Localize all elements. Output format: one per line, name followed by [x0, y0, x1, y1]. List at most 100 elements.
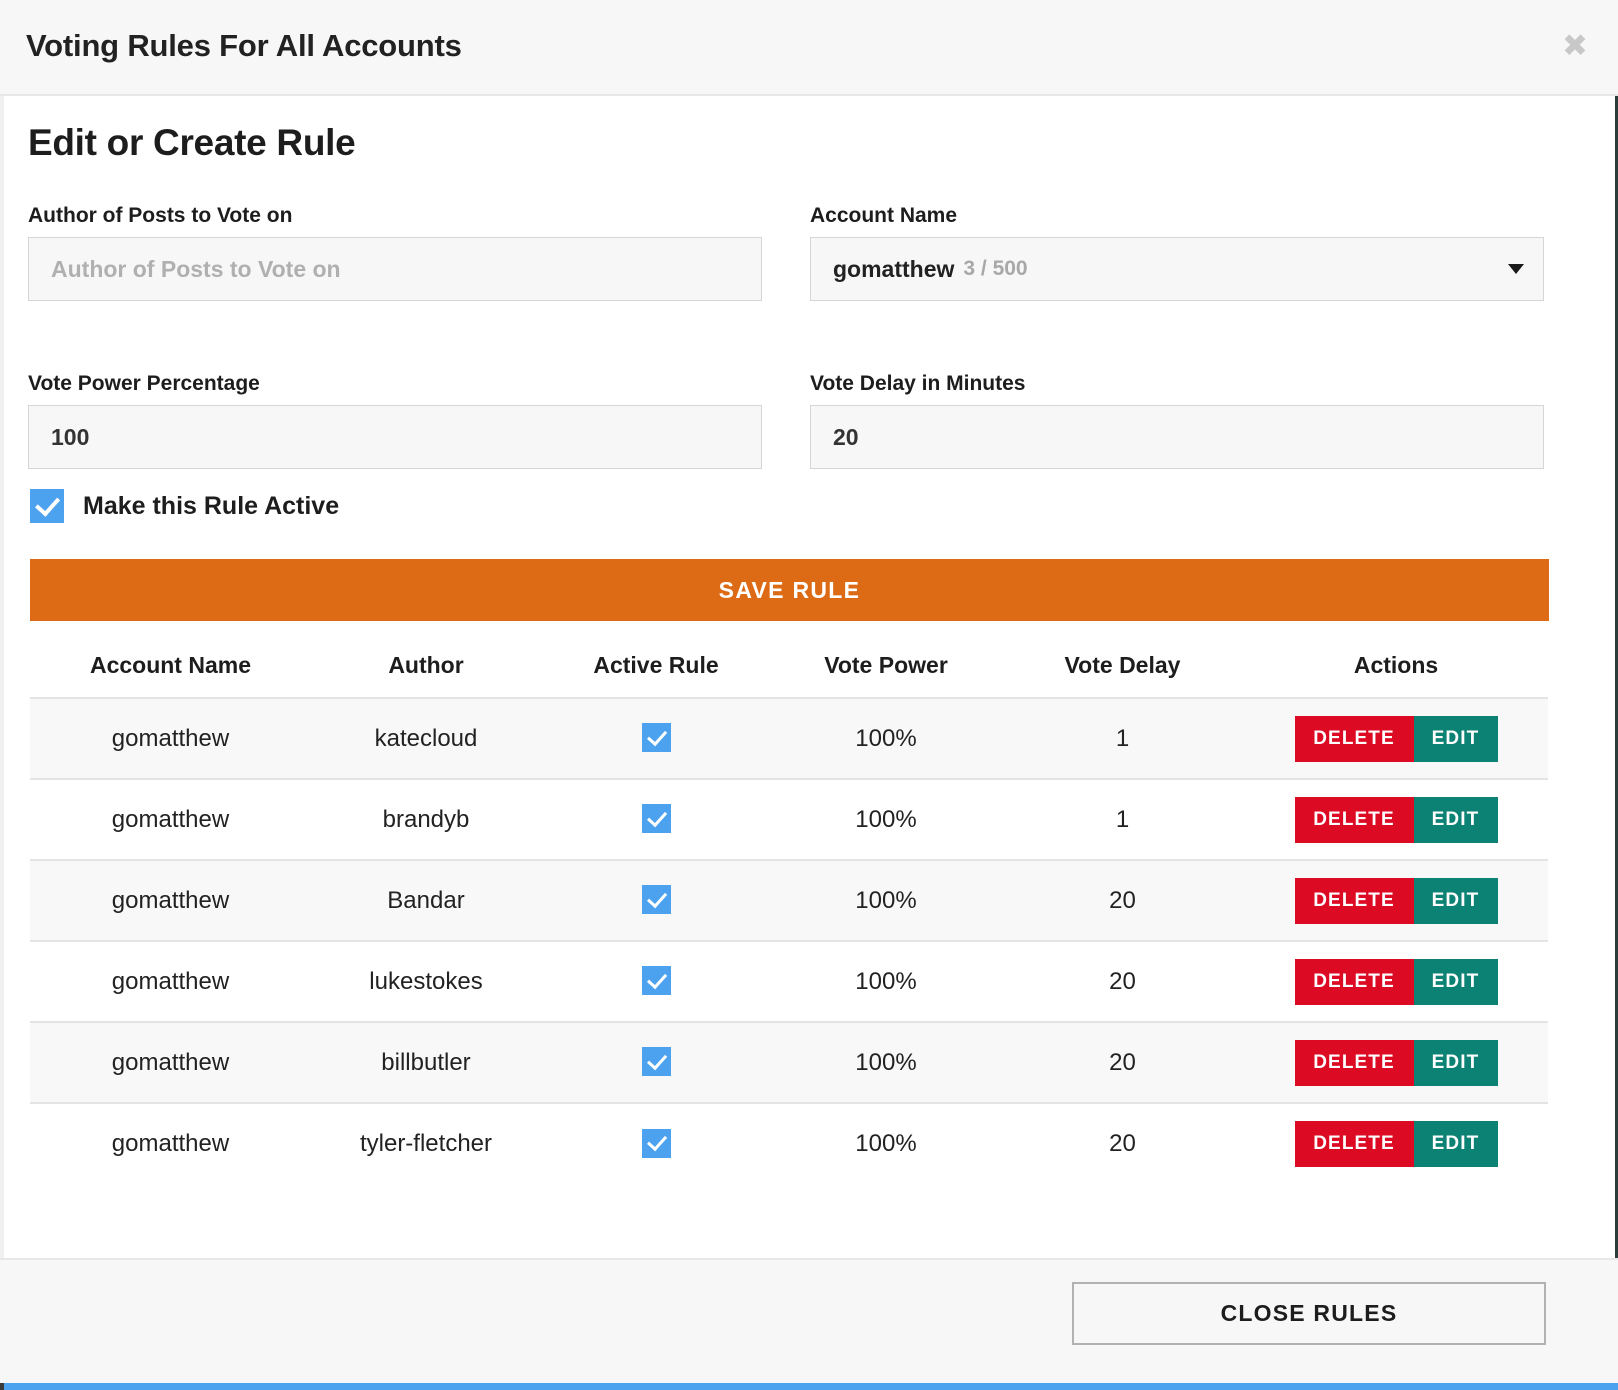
account-name-count: 3 / 500 [963, 257, 1028, 280]
edit-button[interactable]: EDIT [1413, 877, 1498, 924]
cell-vote-power: 100% [771, 859, 1001, 941]
rules-table-body: gomatthew katecloud 100% 1 DELETE EDIT gomatth… [30, 697, 1548, 1184]
table-row: gomatthew tyler-fletcher 100% 20 DELETE EDIT [30, 1102, 1548, 1184]
cell-account-name: gomatthew [30, 940, 311, 1022]
field-label-vote-power: Vote Power Percentage [28, 372, 260, 395]
make-rule-active-checkbox[interactable] [30, 489, 64, 523]
cell-author: lukestokes [311, 940, 541, 1022]
cell-author: billbutler [311, 1021, 541, 1103]
edit-button[interactable]: EDIT [1413, 1121, 1498, 1167]
cell-actions: DELETE EDIT [1244, 778, 1548, 860]
field-label-account-name: Account Name [810, 204, 958, 227]
cell-account-name: gomatthew [30, 859, 311, 941]
column-header-actions: Actions [1353, 652, 1439, 678]
account-name-select-wrap: gomatthew 3 / 500 [810, 237, 1544, 301]
cell-active-rule [541, 697, 771, 779]
cell-active-rule [541, 940, 771, 1022]
delete-button[interactable]: DELETE [1294, 1121, 1414, 1167]
row-active-checkbox[interactable] [641, 1047, 671, 1077]
edit-button[interactable]: EDIT [1413, 796, 1498, 843]
cell-author: brandyb [311, 778, 541, 860]
cell-vote-power: 100% [771, 1021, 1001, 1103]
cell-actions: DELETE EDIT [1244, 1021, 1548, 1103]
bottom-accent-bar [0, 1383, 1618, 1390]
row-action-group: DELETE EDIT [1294, 1121, 1498, 1167]
modal-header: Voting Rules For All Accounts ✖ [0, 0, 1618, 96]
account-name-select[interactable]: gomatthew 3 / 500 [810, 237, 1544, 301]
section-title: Edit or Create Rule [28, 122, 356, 163]
column-header-account-name: Account Name [89, 652, 252, 678]
cell-author: tyler-fletcher [311, 1102, 541, 1184]
modal-body: Edit or Create Rule Author of Posts to V… [0, 96, 1618, 1258]
field-author: Author of Posts to Vote on [28, 204, 762, 301]
cell-actions: DELETE EDIT [1244, 859, 1548, 941]
form-column-right: Account Name gomatthew 3 / 500 Vote Dela… [810, 204, 1544, 469]
cell-vote-power: 100% [771, 940, 1001, 1022]
field-vote-power: Vote Power Percentage [28, 372, 762, 469]
cell-actions: DELETE EDIT [1244, 940, 1548, 1022]
column-header-active-rule: Active Rule [593, 652, 719, 678]
cell-vote-delay: 20 [1001, 1021, 1244, 1103]
form-column-left: Author of Posts to Vote on Vote Power Pe… [28, 204, 762, 469]
account-name-value: gomatthew [833, 255, 955, 282]
close-icon[interactable]: ✖ [1558, 29, 1592, 63]
row-active-checkbox[interactable] [641, 966, 671, 996]
page-title: Voting Rules For All Accounts [26, 28, 462, 63]
cell-author: katecloud [311, 697, 541, 779]
field-label-vote-delay: Vote Delay in Minutes [810, 372, 1026, 395]
delete-button[interactable]: DELETE [1294, 877, 1414, 924]
edit-button[interactable]: EDIT [1413, 958, 1498, 1005]
vote-delay-input[interactable] [810, 405, 1544, 469]
field-vote-delay: Vote Delay in Minutes [810, 372, 1544, 469]
delete-button[interactable]: DELETE [1294, 958, 1414, 1005]
cell-vote-power: 100% [771, 778, 1001, 860]
cell-vote-delay: 1 [1001, 697, 1244, 779]
row-action-group: DELETE EDIT [1294, 958, 1498, 1005]
cell-account-name: gomatthew [30, 1021, 311, 1103]
row-action-group: DELETE EDIT [1294, 877, 1498, 924]
field-account-name: Account Name gomatthew 3 / 500 [810, 204, 1544, 301]
cell-account-name: gomatthew [30, 778, 311, 860]
column-header-vote-delay: Vote Delay [1064, 652, 1181, 678]
row-action-group: DELETE EDIT [1294, 715, 1498, 762]
row-action-group: DELETE EDIT [1294, 1039, 1498, 1086]
column-header-vote-power: Vote Power [824, 652, 948, 678]
delete-button[interactable]: DELETE [1294, 1039, 1414, 1086]
table-row: gomatthew brandyb 100% 1 DELETE EDIT [30, 778, 1548, 860]
cell-active-rule [541, 778, 771, 860]
make-rule-active-row: Make this Rule Active [30, 489, 339, 523]
cell-vote-power: 100% [771, 1102, 1001, 1184]
cell-vote-delay: 20 [1001, 859, 1244, 941]
table-row: gomatthew katecloud 100% 1 DELETE EDIT [30, 697, 1548, 779]
column-header-author: Author [388, 652, 464, 678]
vote-power-input[interactable] [28, 405, 762, 469]
edit-button[interactable]: EDIT [1413, 1039, 1498, 1086]
cell-vote-delay: 20 [1001, 1102, 1244, 1184]
edit-button[interactable]: EDIT [1413, 715, 1498, 762]
cell-actions: DELETE EDIT [1244, 697, 1548, 779]
voting-rules-modal: Voting Rules For All Accounts ✖ Edit or … [0, 0, 1618, 1390]
cell-active-rule [541, 1021, 771, 1103]
cell-author: Bandar [311, 859, 541, 941]
author-input[interactable] [28, 237, 762, 301]
modal-footer: CLOSE RULES [0, 1258, 1618, 1385]
make-rule-active-label: Make this Rule Active [83, 491, 340, 520]
row-active-checkbox[interactable] [641, 804, 671, 834]
delete-button[interactable]: DELETE [1294, 796, 1414, 843]
cell-account-name: gomatthew [30, 1102, 311, 1184]
save-rule-button[interactable]: SAVE RULE [30, 559, 1549, 621]
delete-button[interactable]: DELETE [1294, 715, 1414, 762]
field-label-author: Author of Posts to Vote on [28, 204, 293, 227]
cell-actions: DELETE EDIT [1244, 1102, 1548, 1184]
row-active-checkbox[interactable] [641, 1128, 671, 1158]
cell-active-rule [541, 859, 771, 941]
close-rules-button[interactable]: CLOSE RULES [1072, 1282, 1546, 1345]
row-active-checkbox[interactable] [641, 885, 671, 915]
table-row: gomatthew lukestokes 100% 20 DELETE EDIT [30, 940, 1548, 1022]
rules-table: Account Name Author Active Rule Vote Pow… [30, 640, 1548, 1184]
row-active-checkbox[interactable] [641, 723, 671, 753]
cell-account-name: gomatthew [30, 697, 311, 779]
cell-vote-power: 100% [771, 697, 1001, 779]
row-action-group: DELETE EDIT [1294, 796, 1498, 843]
cell-vote-delay: 20 [1001, 940, 1244, 1022]
